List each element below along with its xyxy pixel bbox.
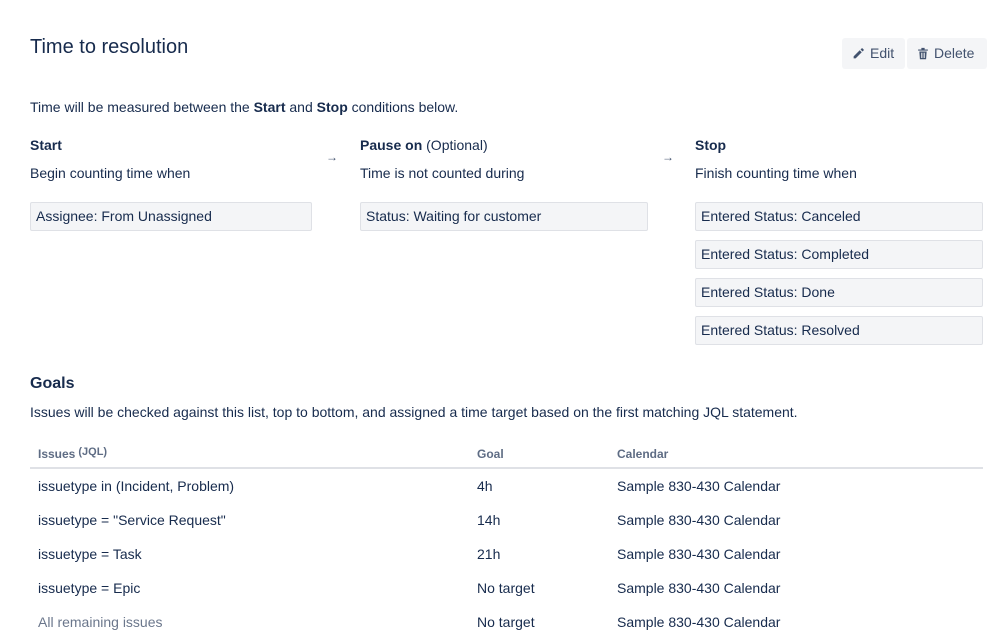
- delete-button[interactable]: Delete: [907, 38, 987, 69]
- start-heading: Start: [30, 137, 62, 153]
- issues-cell: All remaining issues: [38, 614, 163, 630]
- goals-heading: Goals: [30, 375, 75, 392]
- table-row: issuetype in (Incident, Problem) 4h Samp…: [30, 469, 983, 503]
- arrow-right-icon: →: [326, 150, 338, 164]
- pause-subtitle: Time is not counted during: [360, 165, 525, 181]
- goals-description: Issues will be checked against this list…: [30, 404, 798, 420]
- edit-button[interactable]: Edit: [842, 38, 905, 69]
- pause-heading: Pause on (Optional): [360, 137, 488, 153]
- calendar-cell: Sample 830-430 Calendar: [617, 614, 781, 630]
- table-row: All remaining issues No target Sample 83…: [30, 605, 983, 639]
- start-subtitle: Begin counting time when: [30, 165, 191, 181]
- stop-heading: Stop: [695, 137, 727, 153]
- column-header-issues: Issues (JQL): [38, 446, 108, 461]
- calendar-cell: Sample 830-430 Calendar: [617, 512, 781, 528]
- issues-cell: issuetype = Epic: [38, 580, 141, 596]
- calendar-cell: Sample 830-430 Calendar: [617, 580, 781, 596]
- delete-button-label: Delete: [934, 45, 975, 61]
- start-condition: Assignee: From Unassigned: [30, 202, 312, 231]
- table-row: issuetype = Epic No target Sample 830-43…: [30, 571, 983, 605]
- table-row: issuetype = "Service Request" 14h Sample…: [30, 503, 983, 537]
- calendar-cell: Sample 830-430 Calendar: [617, 546, 781, 562]
- stop-condition: Entered Status: Done: [695, 278, 983, 307]
- pencil-icon: [852, 47, 865, 60]
- table-row: issuetype = Task 21h Sample 830-430 Cale…: [30, 537, 983, 571]
- column-header-goal: Goal: [477, 447, 504, 461]
- arrow-right-icon: →: [662, 150, 674, 164]
- goal-cell: 14h: [477, 512, 501, 528]
- goal-cell: 4h: [477, 478, 493, 494]
- trash-icon: [917, 47, 929, 60]
- column-header-calendar: Calendar: [617, 447, 669, 461]
- issues-cell: issuetype in (Incident, Problem): [38, 478, 235, 494]
- issues-cell: issuetype = "Service Request": [38, 512, 226, 528]
- pause-condition: Status: Waiting for customer: [360, 202, 648, 231]
- stop-subtitle: Finish counting time when: [695, 165, 857, 181]
- page-title: Time to resolution: [30, 36, 189, 58]
- calendar-cell: Sample 830-430 Calendar: [617, 478, 781, 494]
- goal-cell: No target: [477, 580, 535, 596]
- stop-condition: Entered Status: Canceled: [695, 202, 983, 231]
- stop-condition: Entered Status: Completed: [695, 240, 983, 269]
- measurement-intro: Time will be measured between the Start …: [30, 99, 459, 115]
- goal-cell: No target: [477, 614, 535, 630]
- issues-cell: issuetype = Task: [38, 546, 142, 562]
- stop-condition: Entered Status: Resolved: [695, 316, 983, 345]
- goal-cell: 21h: [477, 546, 501, 562]
- edit-button-label: Edit: [870, 45, 895, 61]
